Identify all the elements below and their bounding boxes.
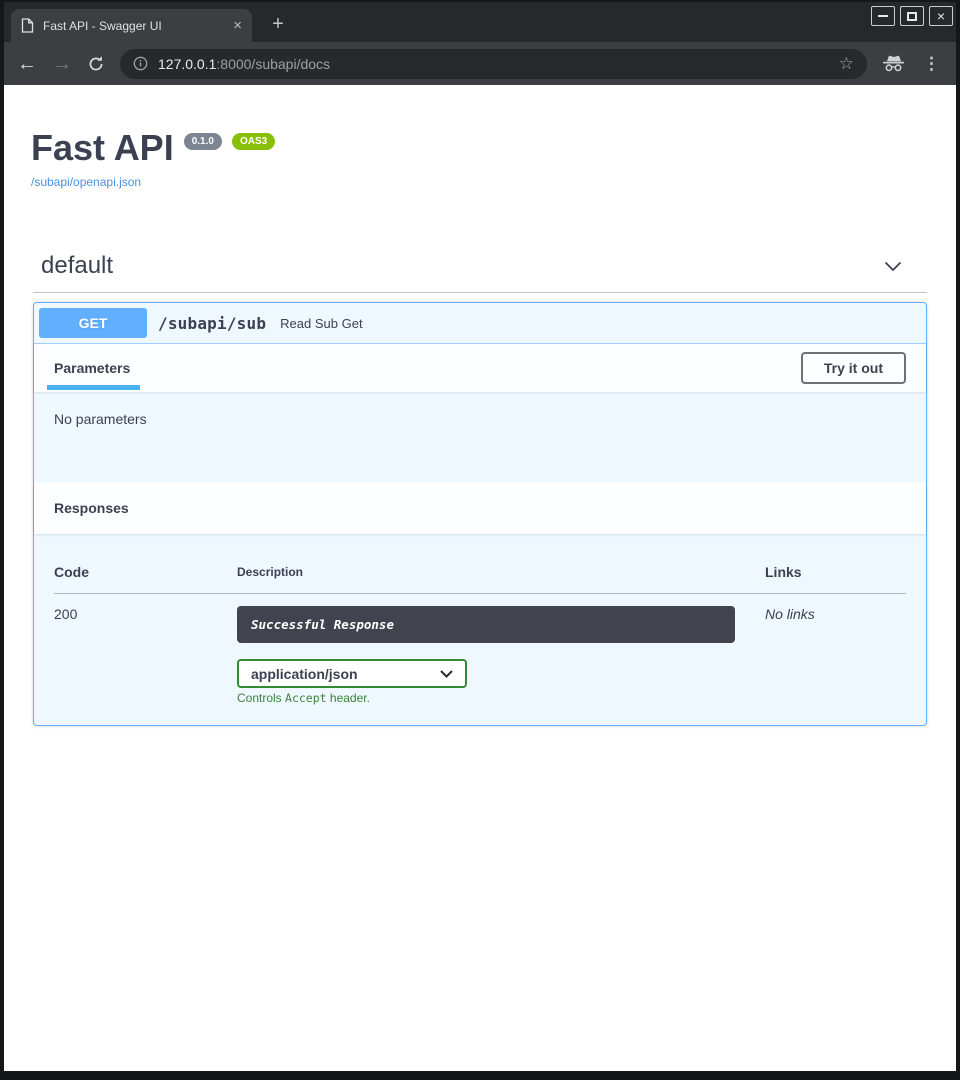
chevron-down-icon[interactable] [884,261,902,272]
no-parameters-text: No parameters [34,392,926,482]
media-type-row: application/json Controls Accept header. [237,659,906,705]
media-type-value: application/json [251,666,358,682]
menu-icon[interactable]: ⋮ [920,54,943,74]
column-header-description: Description [237,554,765,594]
minimize-icon [878,15,888,17]
maximize-icon [907,12,917,21]
oas3-badge: OAS3 [232,133,275,150]
responses-table: Code Description Links 200 Successful Re… [54,554,906,643]
column-header-links: Links [765,554,906,594]
api-info: Fast API 0.1.0 OAS3 /subapi/openapi.json [31,130,929,191]
tab-close-icon[interactable]: × [233,17,242,34]
new-tab-button[interactable]: + [265,12,291,38]
responses-body: Code Description Links 200 Successful Re… [34,534,926,725]
page-title: Fast API [31,130,174,166]
browser-window: Fast API - Swagger UI × + × ← → 127.0.0.… [0,0,960,1080]
swagger-page: Fast API 0.1.0 OAS3 /subapi/openapi.json… [4,85,956,1071]
responses-header: Responses [34,482,926,534]
operation-description: Read Sub Get [280,316,362,331]
bookmark-star-icon[interactable]: ☆ [839,54,854,74]
site-info-icon[interactable] [133,56,148,71]
active-tab-underline [47,385,140,390]
address-bar[interactable]: 127.0.0.1:8000/subapi/docs ☆ [120,49,867,79]
browser-tab[interactable]: Fast API - Swagger UI × [11,9,252,42]
responses-title: Responses [54,500,129,516]
tab-title: Fast API - Swagger UI [43,19,227,33]
back-icon[interactable]: ← [17,54,37,74]
response-code: 200 [54,594,237,644]
close-window-button[interactable]: × [929,6,953,26]
document-icon [21,18,34,33]
accept-header-note: Controls Accept header. [237,691,906,705]
incognito-icon [882,55,905,72]
url-text: 127.0.0.1:8000/subapi/docs [158,56,330,72]
parameters-tab[interactable]: Parameters [54,360,130,376]
select-chevron-icon [440,670,453,678]
maximize-button[interactable] [900,6,924,26]
operation-summary[interactable]: GET /subapi/sub Read Sub Get [34,303,926,344]
reload-icon[interactable] [87,55,105,73]
try-it-out-button[interactable]: Try it out [801,352,906,384]
column-header-code: Code [54,554,237,594]
method-badge: GET [39,308,147,338]
openapi-json-link[interactable]: /subapi/openapi.json [31,175,141,189]
operation-path: /subapi/sub [158,314,266,333]
response-links: No links [765,594,906,644]
response-row: 200 Successful Response No links [54,594,906,644]
tag-name: default [41,252,113,280]
parameters-header: Parameters Try it out [34,344,926,392]
opblock-get-subapi-sub: GET /subapi/sub Read Sub Get Parameters … [33,302,927,726]
tab-strip: Fast API - Swagger UI × + × [4,2,956,42]
media-type-select[interactable]: application/json [237,659,467,688]
browser-toolbar: ← → 127.0.0.1:8000/subapi/docs ☆ [4,42,956,85]
minimize-button[interactable] [871,6,895,26]
forward-icon[interactable]: → [52,54,72,74]
tag-section-default[interactable]: default [33,242,927,293]
response-description: Successful Response [237,606,735,643]
version-badge: 0.1.0 [184,133,222,150]
